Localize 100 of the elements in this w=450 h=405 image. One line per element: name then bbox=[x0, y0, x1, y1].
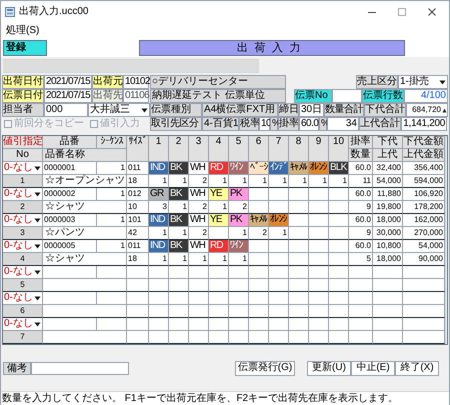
caret-icon[interactable] bbox=[34, 218, 41, 222]
table-cell[interactable] bbox=[373, 305, 403, 318]
table-cell[interactable] bbox=[269, 253, 289, 266]
table-cell[interactable] bbox=[169, 331, 189, 344]
close-icon[interactable] bbox=[427, 7, 437, 17]
table-cell[interactable] bbox=[329, 266, 349, 279]
table-cell[interactable] bbox=[289, 305, 309, 318]
table-cell[interactable] bbox=[249, 266, 269, 279]
table-cell[interactable] bbox=[309, 305, 329, 318]
table-cell[interactable] bbox=[209, 318, 229, 331]
caret-icon[interactable] bbox=[34, 322, 41, 326]
quantity-cell[interactable]: 1 bbox=[149, 253, 169, 266]
register-button[interactable]: 登録 bbox=[3, 40, 47, 56]
table-cell[interactable] bbox=[97, 318, 127, 331]
table-cell[interactable] bbox=[249, 305, 269, 318]
table-cell[interactable] bbox=[309, 292, 329, 305]
table-cell[interactable] bbox=[189, 266, 209, 279]
table-cell[interactable] bbox=[309, 266, 329, 279]
staff-dropdown[interactable]: 大井誠三 bbox=[88, 103, 150, 117]
table-cell[interactable] bbox=[329, 201, 349, 214]
table-cell[interactable] bbox=[169, 318, 189, 331]
caret-icon[interactable] bbox=[34, 244, 41, 248]
table-cell[interactable] bbox=[97, 292, 127, 305]
table-cell[interactable] bbox=[349, 266, 373, 279]
table-cell[interactable] bbox=[97, 266, 127, 279]
table-cell[interactable] bbox=[229, 331, 249, 344]
table-cell[interactable] bbox=[373, 292, 403, 305]
table-cell[interactable] bbox=[189, 292, 209, 305]
quantity-cell[interactable]: 2 bbox=[249, 227, 269, 240]
table-cell[interactable] bbox=[349, 318, 373, 331]
table-cell[interactable] bbox=[249, 279, 269, 292]
table-cell[interactable] bbox=[329, 279, 349, 292]
caret-icon[interactable] bbox=[141, 108, 148, 112]
table-cell[interactable] bbox=[309, 279, 329, 292]
table-cell[interactable] bbox=[329, 292, 349, 305]
table-cell[interactable] bbox=[329, 240, 349, 253]
table-cell[interactable] bbox=[269, 240, 289, 253]
table-cell[interactable] bbox=[349, 305, 373, 318]
quantity-cell[interactable]: 1 bbox=[249, 175, 269, 188]
table-cell[interactable] bbox=[349, 331, 373, 344]
table-cell[interactable] bbox=[43, 279, 127, 292]
action-button[interactable]: 終了(X) bbox=[395, 360, 439, 376]
table-cell[interactable] bbox=[249, 253, 269, 266]
table-cell[interactable] bbox=[127, 292, 149, 305]
table-cell[interactable] bbox=[269, 188, 289, 201]
quantity-cell[interactable]: 1 bbox=[209, 253, 229, 266]
table-cell[interactable] bbox=[269, 279, 289, 292]
quantity-cell[interactable]: 1 bbox=[329, 175, 349, 188]
table-cell[interactable] bbox=[309, 201, 329, 214]
table-cell[interactable] bbox=[329, 188, 349, 201]
table-cell[interactable] bbox=[189, 305, 209, 318]
slip-number-field[interactable] bbox=[332, 89, 362, 103]
table-cell[interactable] bbox=[269, 318, 289, 331]
table-cell[interactable] bbox=[269, 266, 289, 279]
table-cell[interactable] bbox=[329, 253, 349, 266]
table-cell[interactable] bbox=[373, 318, 403, 331]
table-cell[interactable] bbox=[309, 188, 329, 201]
caret-icon[interactable] bbox=[34, 166, 41, 170]
table-cell[interactable] bbox=[149, 266, 169, 279]
table-cell[interactable] bbox=[289, 240, 309, 253]
table-cell[interactable] bbox=[43, 305, 127, 318]
table-cell[interactable] bbox=[289, 266, 309, 279]
table-cell[interactable] bbox=[229, 279, 249, 292]
table-cell[interactable] bbox=[249, 331, 269, 344]
table-cell[interactable] bbox=[43, 292, 97, 305]
table-cell[interactable] bbox=[309, 318, 329, 331]
table-cell[interactable] bbox=[229, 266, 249, 279]
table-cell[interactable] bbox=[309, 227, 329, 240]
table-cell[interactable] bbox=[329, 305, 349, 318]
table-cell[interactable] bbox=[249, 318, 269, 331]
table-cell[interactable] bbox=[329, 318, 349, 331]
table-cell[interactable] bbox=[329, 214, 349, 227]
quantity-cell[interactable]: 1 bbox=[269, 175, 289, 188]
table-cell[interactable] bbox=[209, 292, 229, 305]
quantity-cell[interactable]: 1 bbox=[169, 253, 189, 266]
table-cell[interactable] bbox=[329, 227, 349, 240]
quantity-cell[interactable]: 1 bbox=[309, 175, 329, 188]
table-cell[interactable] bbox=[209, 305, 229, 318]
quantity-cell[interactable]: 1 bbox=[289, 175, 309, 188]
table-cell[interactable] bbox=[43, 318, 97, 331]
table-cell[interactable] bbox=[289, 188, 309, 201]
table-cell[interactable] bbox=[189, 318, 209, 331]
table-cell[interactable] bbox=[373, 279, 403, 292]
table-cell[interactable] bbox=[169, 266, 189, 279]
table-cell[interactable] bbox=[189, 279, 209, 292]
table-cell[interactable] bbox=[249, 292, 269, 305]
table-cell[interactable] bbox=[309, 253, 329, 266]
table-cell[interactable] bbox=[289, 279, 309, 292]
table-cell[interactable] bbox=[127, 318, 149, 331]
caret-icon[interactable] bbox=[34, 192, 41, 196]
table-cell[interactable] bbox=[269, 292, 289, 305]
table-cell[interactable] bbox=[169, 279, 189, 292]
action-button[interactable]: 伝票発行(G) bbox=[235, 360, 295, 376]
table-cell[interactable] bbox=[289, 214, 309, 227]
table-cell[interactable] bbox=[309, 331, 329, 344]
table-cell[interactable] bbox=[289, 318, 309, 331]
table-cell[interactable] bbox=[149, 292, 169, 305]
table-cell[interactable] bbox=[127, 279, 149, 292]
spin-up-icon[interactable] bbox=[442, 108, 447, 112]
table-cell[interactable] bbox=[169, 292, 189, 305]
